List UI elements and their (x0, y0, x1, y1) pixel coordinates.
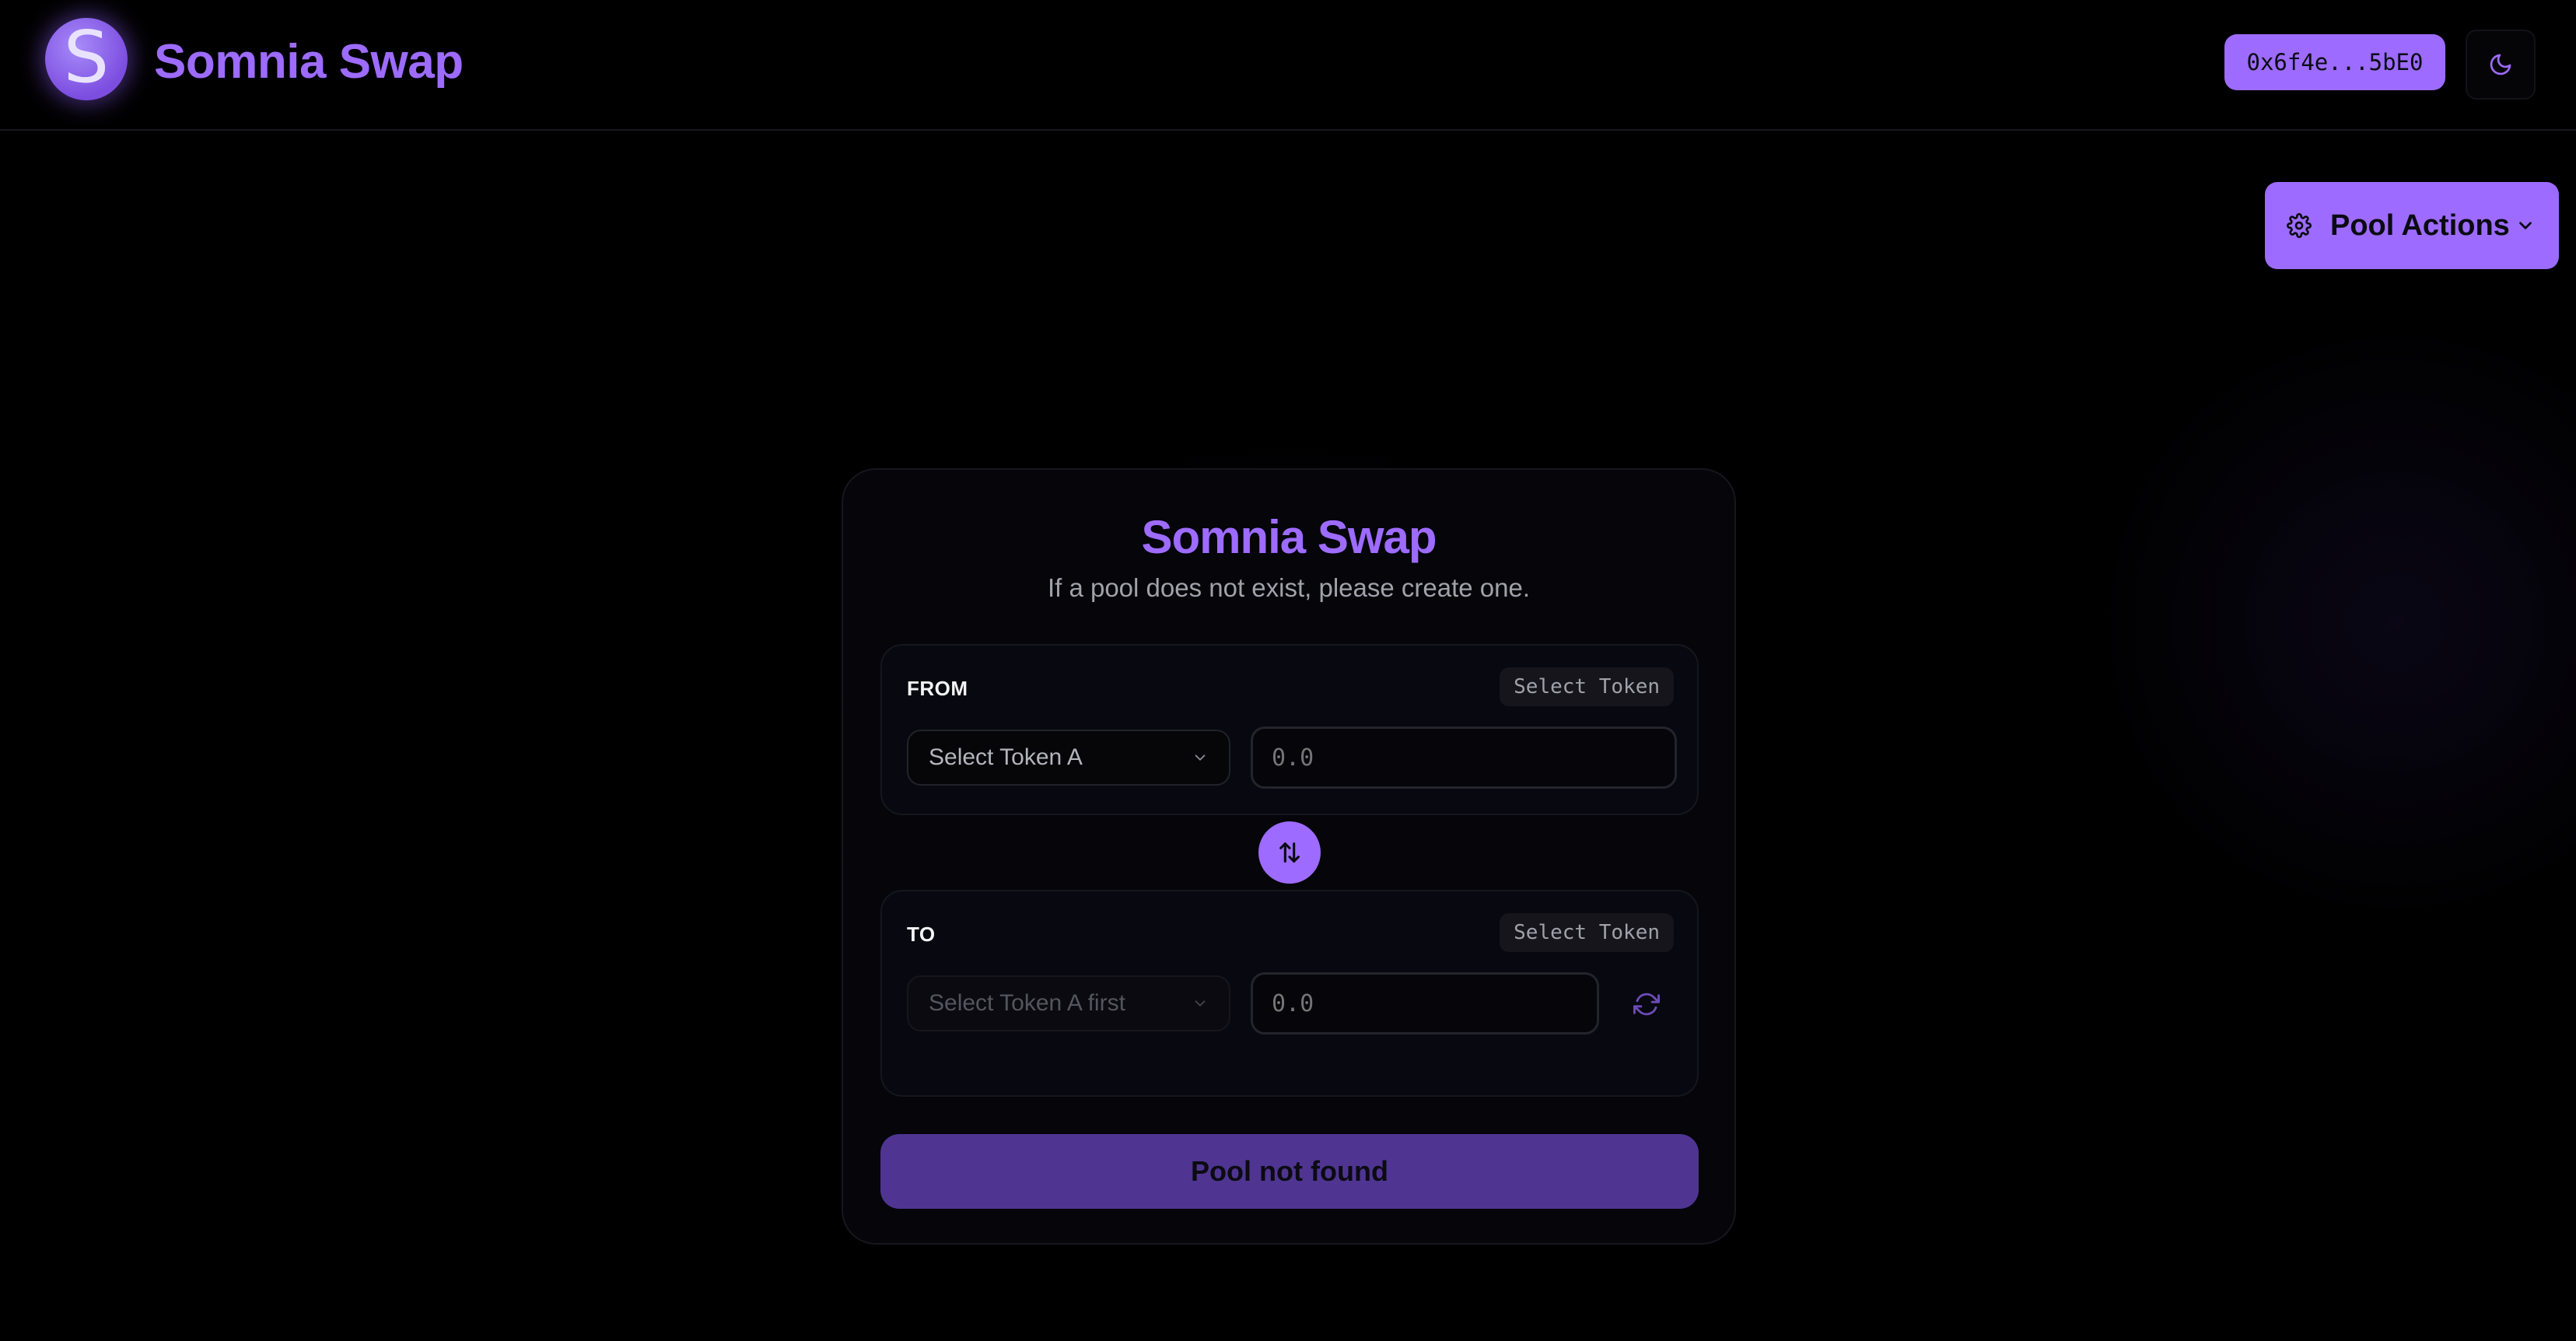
wallet-address-button[interactable]: 0x6f4e...5bE0 (2224, 34, 2445, 90)
from-token-select[interactable]: Select Token A (907, 730, 1230, 786)
from-panel: FROM Select Token Select Token A (880, 644, 1699, 815)
refresh-icon (1633, 993, 1660, 1016)
chevron-down-icon (2519, 222, 2532, 229)
chevron-down-icon (1195, 755, 1206, 761)
swap-subtitle: If a pool does not exist, please create … (1047, 573, 1531, 602)
swap-vertical-icon (1279, 842, 1300, 863)
to-token-select-value: Select Token A first (929, 990, 1125, 1016)
swap-card: Somnia Swap If a pool does not exist, pl… (842, 468, 1736, 1245)
to-token-select[interactable]: Select Token A first (907, 975, 1230, 1031)
swap-direction-button[interactable] (1258, 821, 1321, 884)
theme-toggle-button[interactable] (2466, 30, 2536, 100)
to-label: TO (907, 923, 936, 946)
top-header: S Somnia Swap 0x6f4e...5bE0 (0, 0, 2576, 131)
to-amount-input[interactable] (1251, 972, 1599, 1035)
from-amount-input[interactable] (1251, 727, 1677, 789)
refresh-quote-button[interactable] (1627, 985, 1666, 1024)
moon-icon (2490, 54, 2511, 75)
app-page: S Somnia Swap 0x6f4e...5bE0 Pool Actions… (0, 0, 2576, 1341)
gear-icon (2287, 213, 2312, 238)
swap-title: Somnia Swap (1141, 511, 1437, 563)
pool-actions-label: Pool Actions (2330, 208, 2510, 242)
pool-actions-button[interactable]: Pool Actions (2265, 182, 2559, 269)
to-panel: TO Select Token Select Token A first (880, 890, 1699, 1097)
brand-name: Somnia Swap (154, 35, 464, 89)
logo-letter: S (63, 16, 110, 99)
from-token-select-value: Select Token A (929, 744, 1083, 770)
swap-submit-button[interactable]: Pool not found (880, 1134, 1699, 1209)
from-token-chip[interactable]: Select Token (1500, 667, 1674, 706)
from-label: FROM (907, 677, 968, 700)
chevron-down-icon (1195, 1000, 1206, 1007)
logo[interactable]: S (45, 18, 128, 100)
to-token-chip[interactable]: Select Token (1500, 913, 1674, 952)
